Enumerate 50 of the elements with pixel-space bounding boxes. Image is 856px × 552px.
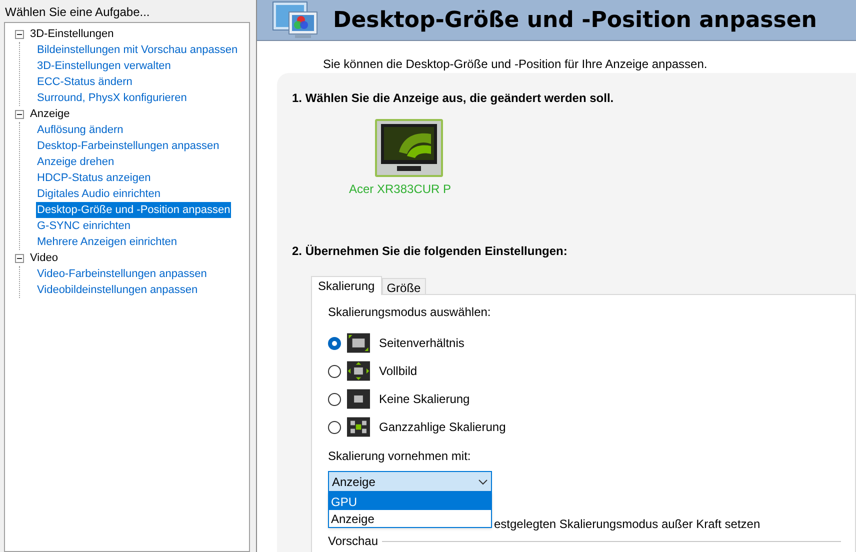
tree-item[interactable]: Bildeinstellungen mit Vorschau anpassen	[36, 42, 239, 58]
radio-button[interactable]	[328, 336, 341, 350]
tree-item[interactable]: Desktop-Größe und -Position anpassen	[36, 202, 232, 218]
tree-item[interactable]: Video-Farbeinstellungen anpassen	[36, 266, 208, 282]
group-label: Vorschau	[328, 533, 378, 550]
dropdown-option[interactable]: GPU	[329, 493, 491, 510]
tree-item[interactable]: G-SYNC einrichten	[36, 218, 132, 234]
monitor-icon	[271, 0, 319, 40]
tree-item[interactable]: Videobildeinstellungen anpassen	[36, 282, 199, 298]
radio-label[interactable]: Vollbild	[379, 362, 418, 380]
dropdown[interactable]: Anzeige	[328, 471, 492, 492]
collapse-icon[interactable]	[15, 110, 24, 118]
radio-button[interactable]	[328, 364, 341, 378]
tree-item[interactable]: Auflösung ändern	[36, 122, 124, 138]
tree-item[interactable]: Mehrere Anzeigen einrichten	[36, 234, 178, 250]
dropdown-option[interactable]: Anzeige	[329, 510, 491, 527]
panel-title: Wählen Sie eine Aufgabe...	[4, 4, 151, 21]
tab[interactable]: Größe	[382, 278, 426, 294]
scaling-mode-icon	[347, 388, 370, 410]
section-label: Skalierung vornehmen mit:	[328, 448, 472, 465]
tree-item[interactable]: ECC-Status ändern	[36, 74, 134, 90]
radio-label[interactable]: Keine Skalierung	[379, 390, 470, 408]
radio-label[interactable]: Ganzzahlige Skalierung	[379, 418, 506, 436]
caret-icon	[478, 478, 488, 484]
tab[interactable]: Skalierung	[311, 276, 382, 295]
radio-button[interactable]	[328, 420, 341, 434]
tree-group[interactable]: Anzeige	[30, 106, 70, 122]
tree-item[interactable]: Surround, PhysX konfigurieren	[36, 90, 188, 106]
tree-item[interactable]: Digitales Audio einrichten	[36, 186, 162, 202]
collapse-icon[interactable]	[15, 30, 24, 38]
tree-item[interactable]: Anzeige drehen	[36, 154, 116, 170]
display-name: Acer XR383CUR P	[349, 181, 452, 198]
tree-group[interactable]: Video	[30, 250, 58, 266]
radio-label[interactable]: Seitenverhältnis	[379, 334, 464, 352]
scaling-mode-icon	[347, 416, 370, 438]
tree-item[interactable]: 3D-Einstellungen verwalten	[36, 58, 172, 74]
section-label: Skalierungsmodus auswählen:	[328, 304, 492, 321]
tree-group[interactable]: 3D-Einstellungen	[30, 26, 114, 42]
radio-button[interactable]	[328, 392, 341, 406]
page-title: Desktop-Größe und -Position anpassen	[333, 6, 817, 34]
step-heading: 1. Wählen Sie die Anzeige aus, die geändert werden soll.	[292, 90, 615, 107]
collapse-icon[interactable]	[15, 254, 24, 262]
description-text: Sie können die Desktop-Größe und -Position für Ihre Anzeige anpassen.	[322, 56, 708, 73]
scaling-mode-icon	[347, 332, 370, 354]
monitor-drawing[interactable]	[375, 119, 444, 177]
step-heading: 2. Übernehmen Sie die folgenden Einstellungen:	[292, 243, 568, 260]
tree-item[interactable]: HDCP-Status anzeigen	[36, 170, 152, 186]
tree-item[interactable]: Desktop-Farbeinstellungen anpassen	[36, 138, 220, 154]
checkbox-label: estgelegten Skalierungsmodus außer Kraft setzen	[494, 516, 760, 533]
scaling-mode-icon	[347, 360, 370, 382]
